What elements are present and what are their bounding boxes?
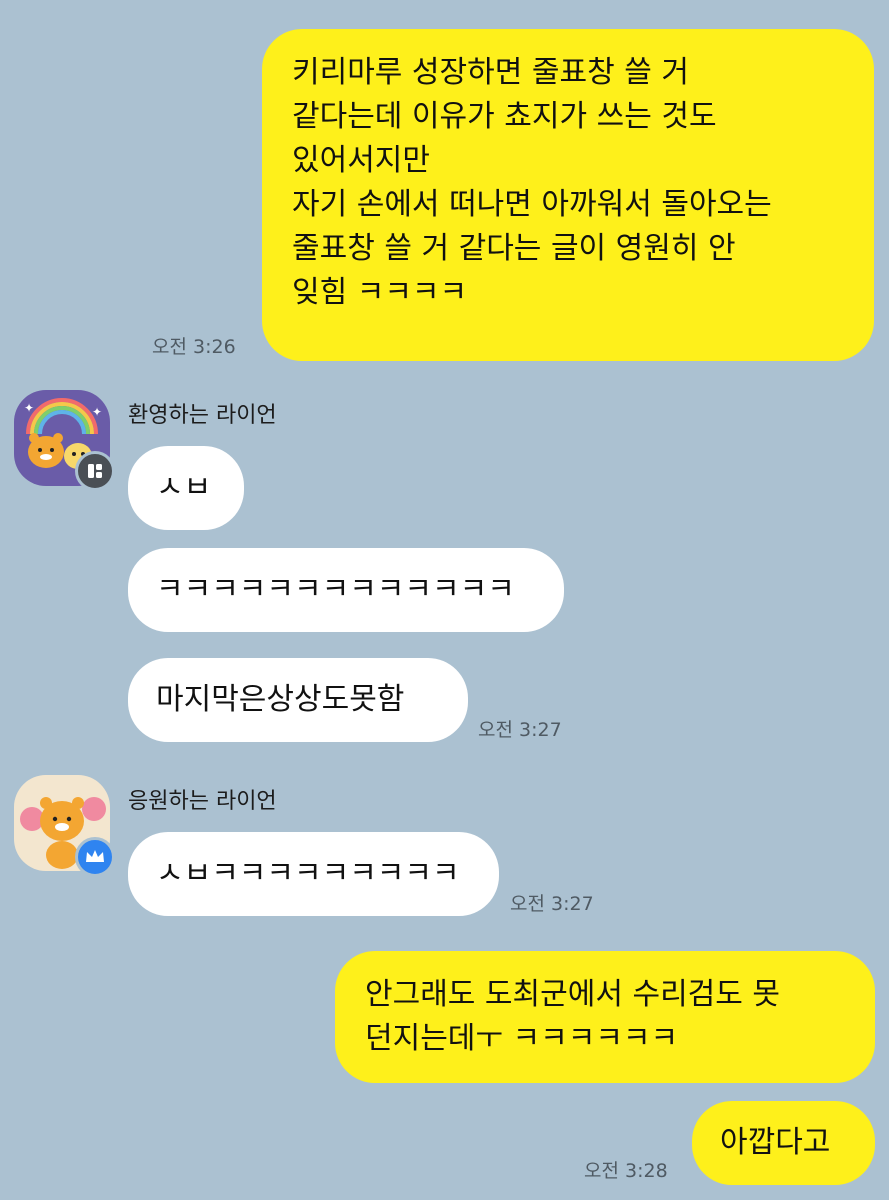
my-message-bubble[interactable]: 아깝다고 bbox=[692, 1101, 875, 1185]
sender-name: 응원하는 라이언 bbox=[128, 789, 277, 814]
message-text: 마지막은상상도못함 bbox=[156, 682, 405, 717]
message-line: 같다는데 이유가 쵸지가 쓰는 것도 bbox=[292, 99, 717, 134]
message-text: 아깝다고 bbox=[720, 1125, 831, 1160]
message-timestamp: 오전 3:27 bbox=[478, 719, 562, 741]
svg-text:✦: ✦ bbox=[92, 405, 102, 419]
message-timestamp: 오전 3:28 bbox=[584, 1160, 668, 1182]
message-line: 잊힘 ㅋㅋㅋㅋ bbox=[292, 275, 468, 310]
message-line: 자기 손에서 떠나면 아까워서 돌아오는 bbox=[292, 187, 772, 222]
message-text: ㅅㅂ bbox=[156, 470, 212, 505]
message-line: 안그래도 도최군에서 수리검도 못 bbox=[365, 977, 781, 1012]
openchat-host-badge-icon bbox=[75, 451, 115, 491]
other-message-bubble[interactable]: ㅋㅋㅋㅋㅋㅋㅋㅋㅋㅋㅋㅋㅋ bbox=[128, 548, 564, 632]
message-timestamp: 오전 3:26 bbox=[152, 336, 236, 358]
message-text: ㅅㅂㅋㅋㅋㅋㅋㅋㅋㅋㅋ bbox=[156, 856, 460, 891]
message-line: 키리마루 성장하면 줄표창 쓸 거 bbox=[292, 55, 689, 90]
message-line: 있어서지만 bbox=[292, 143, 430, 178]
my-message-bubble[interactable]: 안그래도 도최군에서 수리검도 못 던지는데ㅜ ㅋㅋㅋㅋㅋㅋ bbox=[335, 951, 875, 1083]
other-message-bubble[interactable]: 마지막은상상도못함 bbox=[128, 658, 468, 742]
sender-name: 환영하는 라이언 bbox=[128, 403, 277, 428]
message-line: 줄표창 쓸 거 같다는 글이 영원히 안 bbox=[292, 231, 736, 266]
message-timestamp: 오전 3:27 bbox=[510, 893, 594, 915]
crown-badge-icon bbox=[75, 837, 115, 877]
other-message-bubble[interactable]: ㅅㅂㅋㅋㅋㅋㅋㅋㅋㅋㅋ bbox=[128, 832, 499, 916]
message-line: 던지는데ㅜ ㅋㅋㅋㅋㅋㅋ bbox=[365, 1021, 679, 1056]
my-message-bubble[interactable]: 키리마루 성장하면 줄표창 쓸 거 같다는데 이유가 쵸지가 쓰는 것도 있어서… bbox=[262, 29, 874, 361]
other-message-bubble[interactable]: ㅅㅂ bbox=[128, 446, 244, 530]
message-text: ㅋㅋㅋㅋㅋㅋㅋㅋㅋㅋㅋㅋㅋ bbox=[156, 572, 515, 607]
svg-text:✦: ✦ bbox=[24, 401, 34, 415]
